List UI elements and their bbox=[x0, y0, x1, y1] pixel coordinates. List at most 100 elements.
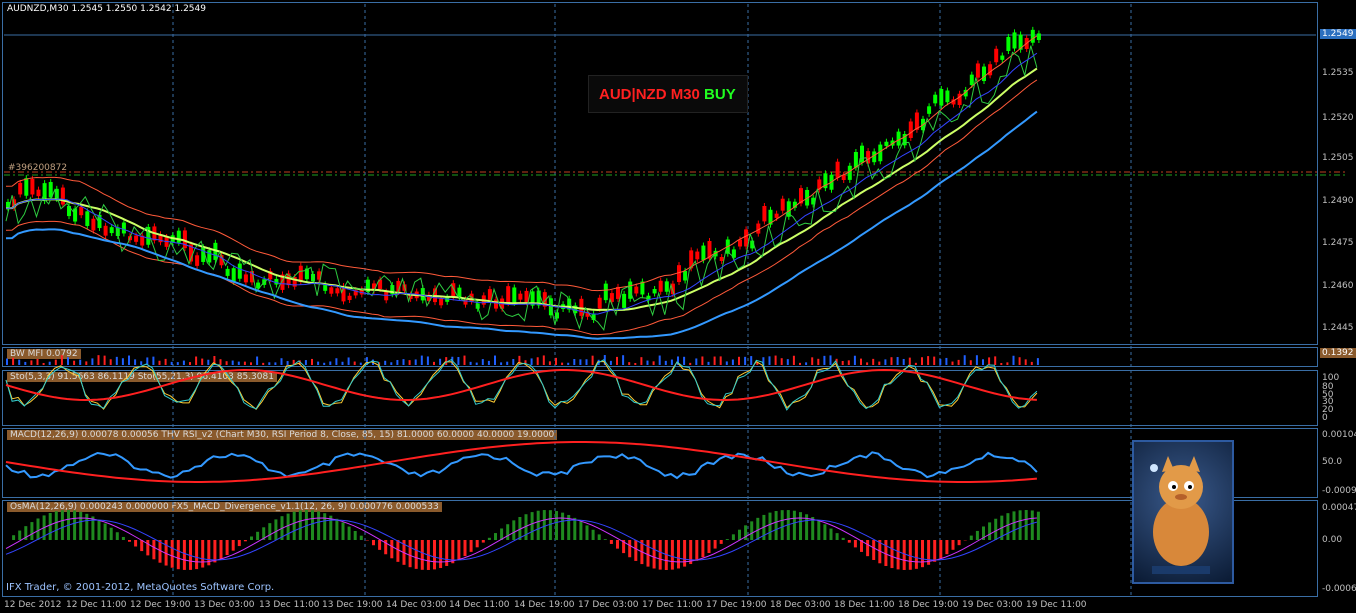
osma-bar bbox=[719, 540, 723, 544]
candle-body bbox=[298, 265, 303, 282]
mfi-bar bbox=[945, 357, 948, 365]
candle-body bbox=[896, 131, 901, 146]
mfi-bar bbox=[219, 359, 222, 365]
mfi-bar bbox=[280, 358, 283, 365]
time-label-11: 17 Dec 19:00 bbox=[706, 600, 767, 610]
mfi-bar bbox=[469, 361, 472, 365]
mfi-bar bbox=[463, 355, 466, 365]
mfi-bar bbox=[731, 359, 734, 365]
candle-body bbox=[30, 179, 35, 195]
candle-body bbox=[908, 121, 913, 138]
osma-bar bbox=[817, 520, 821, 540]
osma-bar bbox=[347, 526, 351, 540]
mfi-bar bbox=[933, 356, 936, 365]
stoch-slow-line bbox=[5, 358, 1038, 411]
mfi-bar bbox=[616, 356, 618, 365]
time-label-12: 18 Dec 03:00 bbox=[770, 600, 831, 610]
candle-body bbox=[207, 250, 212, 263]
osma-bar bbox=[201, 540, 205, 568]
mfi-bar bbox=[1018, 357, 1021, 365]
osma-bar bbox=[73, 510, 77, 540]
mfi-bar bbox=[738, 356, 740, 365]
mfi-bar bbox=[500, 362, 503, 365]
osma-bar bbox=[1018, 510, 1022, 540]
candle-body bbox=[237, 263, 242, 279]
mfi-bar bbox=[1030, 361, 1033, 365]
candle-body bbox=[85, 211, 90, 226]
osma-bar bbox=[969, 535, 973, 540]
candle-body bbox=[134, 235, 139, 242]
candle-body bbox=[384, 291, 389, 301]
osma-bar bbox=[579, 521, 583, 540]
candle-body bbox=[701, 245, 706, 261]
candle-body bbox=[512, 287, 517, 303]
mfi-bar bbox=[695, 358, 698, 365]
osma-bar bbox=[109, 527, 113, 540]
osma-bar bbox=[390, 540, 394, 559]
osma-bar bbox=[835, 533, 839, 540]
candle-body bbox=[494, 299, 498, 309]
candle-body bbox=[780, 198, 785, 211]
osma-bar bbox=[823, 524, 827, 540]
candle-body bbox=[652, 288, 657, 294]
candle-body bbox=[176, 230, 181, 243]
time-label-6: 14 Dec 03:00 bbox=[386, 600, 447, 610]
mfi-bar bbox=[512, 359, 515, 365]
candle-body bbox=[677, 265, 681, 283]
mfi-bar bbox=[329, 361, 332, 365]
mfi-bar bbox=[195, 356, 198, 365]
candle-body bbox=[927, 106, 932, 114]
price-tick-1: 1.2520 bbox=[1322, 113, 1354, 123]
candle-body bbox=[36, 189, 41, 197]
osma-bar bbox=[738, 529, 741, 540]
mfi-bar bbox=[262, 362, 265, 365]
mfi-bar bbox=[158, 360, 161, 365]
mfi-bar bbox=[921, 357, 923, 365]
macd-signal-line bbox=[5, 441, 1037, 483]
osma-bar bbox=[219, 540, 223, 559]
mfi-bar bbox=[609, 360, 612, 365]
mfi-bar bbox=[128, 355, 130, 365]
candle-body bbox=[603, 283, 608, 301]
mfi-bar bbox=[792, 355, 795, 365]
osma-bar bbox=[994, 518, 998, 540]
mfi-bar bbox=[927, 356, 930, 365]
osma-bar bbox=[1036, 511, 1040, 540]
mfi-bar bbox=[384, 360, 387, 365]
candle-body bbox=[622, 293, 627, 308]
osma-bar bbox=[616, 540, 619, 549]
mfi-bar bbox=[664, 360, 667, 365]
mfi-bar bbox=[683, 356, 686, 365]
osma-bar bbox=[60, 510, 64, 540]
candle-body bbox=[860, 145, 864, 163]
osma-bar bbox=[317, 511, 321, 540]
mfi-bar bbox=[866, 362, 869, 365]
osma-bar bbox=[18, 530, 22, 540]
mfi-bar bbox=[60, 355, 63, 365]
mfi-bar bbox=[957, 359, 960, 365]
mfi-bar bbox=[475, 362, 478, 365]
osma-bar bbox=[890, 540, 894, 569]
osma-bar bbox=[341, 522, 345, 540]
time-label-1: 12 Dec 11:00 bbox=[66, 600, 127, 610]
osma-bar bbox=[872, 540, 876, 560]
osma-bar bbox=[768, 512, 772, 540]
mfi-bar bbox=[256, 356, 259, 365]
mfi-bar bbox=[1024, 359, 1027, 365]
mfi-bar bbox=[24, 361, 27, 365]
osma-bar bbox=[12, 535, 16, 540]
mfi-bar bbox=[231, 360, 234, 365]
ma-line bbox=[5, 52, 1038, 315]
mfi-bar bbox=[902, 358, 905, 365]
candle-body bbox=[506, 286, 511, 304]
mfi-bar bbox=[445, 357, 448, 365]
mfi-bar bbox=[1006, 362, 1009, 365]
osma-bar bbox=[573, 517, 577, 540]
osma-bar bbox=[311, 510, 314, 540]
candle-body bbox=[518, 293, 523, 300]
osma-bar bbox=[396, 540, 400, 562]
osma-bar bbox=[902, 540, 906, 570]
osma-bar bbox=[378, 540, 382, 550]
mfi-bar bbox=[670, 359, 673, 365]
osma-bar bbox=[707, 540, 711, 554]
